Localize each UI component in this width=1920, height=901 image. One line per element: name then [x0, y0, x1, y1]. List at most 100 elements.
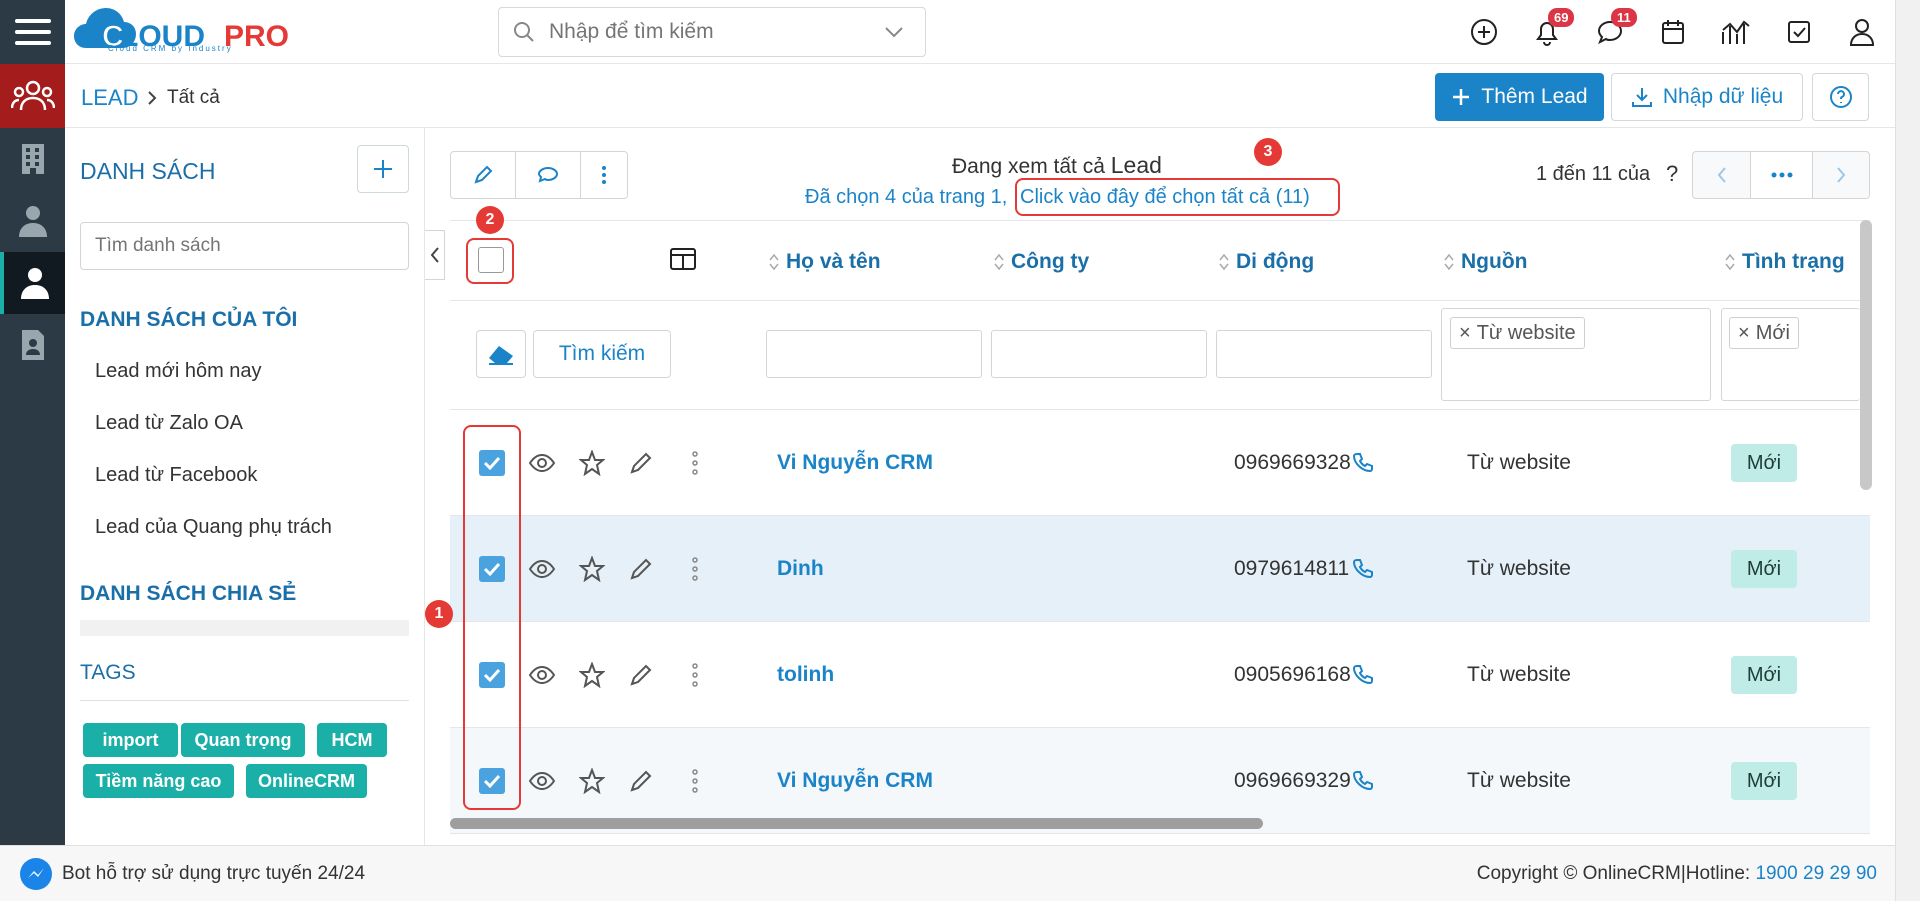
star-icon[interactable] [577, 766, 607, 796]
table-row[interactable] [450, 410, 1870, 516]
hotline-number[interactable]: 1900 29 29 90 [1755, 863, 1877, 884]
building-icon[interactable] [0, 128, 65, 190]
breadcrumb-view[interactable]: Tất cả [167, 87, 220, 109]
more-vertical-icon[interactable] [680, 766, 710, 796]
tag-chip[interactable]: Tiềm năng cao [83, 764, 234, 798]
eye-icon[interactable] [527, 554, 557, 584]
vertical-scrollbar[interactable] [1860, 220, 1872, 490]
rail-lead-user-icon[interactable] [0, 252, 65, 314]
messenger-icon[interactable] [20, 858, 52, 890]
user-profile-icon[interactable] [1844, 14, 1880, 50]
pencil-icon[interactable] [626, 554, 656, 584]
page-jump-button[interactable] [1751, 152, 1813, 198]
rail-leads-group-icon[interactable] [0, 64, 65, 128]
pencil-icon[interactable] [626, 766, 656, 796]
column-label: Tình trạng [1742, 250, 1845, 273]
filter-company-input[interactable] [991, 330, 1207, 378]
collapse-sidebar-button[interactable] [425, 230, 445, 280]
comment-button[interactable] [516, 152, 581, 198]
table-row[interactable] [450, 516, 1870, 622]
pencil-icon[interactable] [626, 660, 656, 690]
import-data-button[interactable]: Nhập dữ liệu [1611, 73, 1803, 121]
calendar-icon[interactable] [1655, 14, 1691, 50]
prev-page-button[interactable] [1693, 152, 1751, 198]
star-icon[interactable] [577, 660, 607, 690]
support-bot-text[interactable]: Bot hỗ trợ sử dụng trực tuyến 24/24 [62, 863, 365, 885]
lists-title: DANH SÁCH [80, 158, 216, 184]
column-header-source[interactable]: Nguồn [1443, 250, 1527, 274]
column-layout-icon[interactable] [669, 246, 697, 272]
eye-icon[interactable] [527, 660, 557, 690]
source-value: Từ website [1467, 663, 1571, 686]
eye-icon[interactable] [527, 766, 557, 796]
help-button[interactable] [1812, 73, 1869, 121]
filter-search-button[interactable]: Tìm kiếm [533, 330, 671, 378]
chip-label: Mới [1755, 321, 1790, 344]
star-icon[interactable] [577, 554, 607, 584]
next-page-button[interactable] [1813, 152, 1869, 198]
breadcrumb-module[interactable]: LEAD [81, 85, 138, 111]
column-header-mobile[interactable]: Di động [1218, 250, 1314, 274]
list-item[interactable]: Lead từ Facebook [95, 464, 257, 487]
lead-name-link[interactable]: tolinh [777, 663, 834, 687]
star-icon[interactable] [577, 448, 607, 478]
shared-lists-title: DANH SÁCH CHIA SẺ [80, 582, 297, 605]
footer-copyright: Copyright © OnlineCRM|Hotline: 1900 29 2… [1476, 863, 1877, 884]
list-search-input[interactable] [80, 222, 409, 270]
more-actions-button[interactable] [581, 152, 627, 198]
list-item[interactable]: Lead của Quang phụ trách [95, 516, 332, 539]
filter-mobile-input[interactable] [1216, 330, 1432, 378]
shared-lists-scroll[interactable] [80, 620, 409, 636]
phone-icon[interactable] [1352, 663, 1374, 685]
add-lead-button[interactable]: Thêm Lead [1435, 73, 1604, 121]
eye-icon[interactable] [527, 448, 557, 478]
lead-name-link[interactable]: Dinh [777, 557, 824, 581]
column-header-company[interactable]: Công ty [993, 250, 1089, 274]
analytics-chart-icon[interactable] [1718, 14, 1754, 50]
download-icon [1631, 88, 1652, 107]
phone-icon[interactable] [1352, 769, 1374, 791]
document-user-icon[interactable] [0, 314, 65, 376]
menu-icon[interactable] [0, 0, 65, 64]
lead-name-link[interactable]: Vi Nguyễn CRM [777, 451, 933, 475]
table-row[interactable] [450, 622, 1870, 728]
tag-chip[interactable]: Quan trọng [181, 723, 305, 757]
more-vertical-icon[interactable] [680, 554, 710, 584]
column-header-status[interactable]: Tình trạng [1724, 250, 1845, 274]
add-list-button[interactable] [357, 145, 409, 193]
sort-icon [1444, 253, 1454, 271]
mobile-number: 0979614811 [1234, 557, 1350, 580]
lead-name-link[interactable]: Vi Nguyễn CRM [777, 769, 933, 793]
contact-person-icon[interactable] [0, 190, 65, 252]
help-icon [1829, 86, 1852, 108]
chevron-down-icon[interactable] [869, 8, 919, 56]
list-item[interactable]: Lead từ Zalo OA [95, 412, 243, 435]
global-search[interactable] [498, 7, 926, 57]
search-icon [499, 8, 549, 56]
tag-chip[interactable]: import [83, 723, 178, 757]
column-header-name[interactable]: Họ và tên [768, 250, 881, 274]
phone-icon[interactable] [1352, 557, 1374, 579]
pencil-icon[interactable] [626, 448, 656, 478]
horizontal-scrollbar[interactable] [450, 818, 1263, 829]
clear-filter-button[interactable] [476, 330, 526, 378]
filter-status-chip[interactable]: × Mới [1729, 317, 1799, 349]
task-check-icon[interactable] [1781, 14, 1817, 50]
search-input[interactable] [549, 20, 869, 44]
close-icon[interactable]: × [1738, 322, 1750, 345]
chevron-left-icon [430, 247, 439, 263]
window-scrollbar[interactable] [1895, 0, 1920, 901]
more-vertical-icon[interactable] [680, 660, 710, 690]
filter-source-chip[interactable]: × Từ website [1450, 317, 1585, 349]
phone-icon[interactable] [1352, 451, 1374, 473]
more-vertical-icon[interactable] [680, 448, 710, 478]
logo-tagline: Cloud CRM by Industry [108, 44, 233, 53]
tag-chip[interactable]: OnlineCRM [246, 764, 367, 798]
close-icon[interactable]: × [1459, 322, 1471, 345]
pagination-unknown-total[interactable]: ? [1666, 161, 1678, 187]
add-circle-icon[interactable] [1466, 14, 1502, 50]
tag-chip[interactable]: HCM [317, 723, 387, 757]
filter-name-input[interactable] [766, 330, 982, 378]
list-item[interactable]: Lead mới hôm nay [95, 360, 262, 383]
edit-button[interactable] [451, 152, 516, 198]
